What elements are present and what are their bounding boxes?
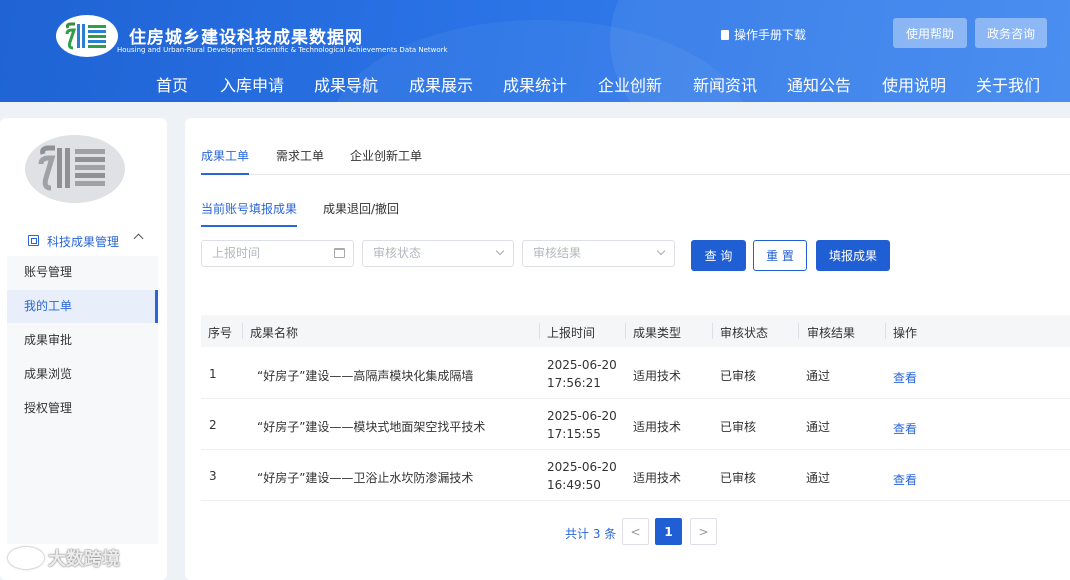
manual-download-label: 操作手册下载: [734, 28, 807, 42]
row-name: “好房子”建设——卫浴止水坎防渗漏技术: [257, 471, 474, 485]
tab-innovation-orders[interactable]: 企业创新工单: [350, 147, 422, 175]
row-index: 1: [209, 367, 217, 381]
review-status-placeholder: 审核状态: [373, 246, 422, 260]
tab-returned-withdrawn[interactable]: 成果退回/撤回: [323, 200, 399, 227]
site-subtitle: Housing and Urban-Rural Development Scie…: [117, 46, 448, 54]
sidebar-group-label: 科技成果管理: [47, 235, 120, 249]
nav-item-guide[interactable]: 成果导航: [314, 72, 378, 96]
column-divider: [625, 323, 626, 339]
row-type: 适用技术: [633, 420, 682, 434]
nav-item-apply[interactable]: 入库申请: [220, 72, 284, 96]
row-result: 通过: [806, 369, 831, 383]
row-status: 已审核: [720, 369, 757, 383]
chevron-down-icon: [656, 246, 666, 256]
query-button[interactable]: 查 询: [691, 240, 746, 271]
column-divider: [885, 323, 886, 339]
row-date: 2025-06-20: [547, 358, 617, 372]
tab-achievement-orders[interactable]: 成果工单: [201, 147, 250, 175]
watermark-logo-icon: [8, 547, 44, 569]
nav-item-home[interactable]: 首页: [156, 72, 188, 96]
page-number-button[interactable]: 1: [655, 518, 682, 545]
review-result-select[interactable]: 审核结果: [522, 240, 675, 267]
row-type: 适用技术: [633, 369, 682, 383]
chevron-down-icon: [495, 246, 505, 256]
pagination-total: 共计 3 条: [565, 527, 617, 541]
table-row: 1 “好房子”建设——高隔声模块化集成隔墙 2025-06-20 17:56:2…: [201, 348, 1070, 399]
row-time: 16:49:50: [547, 478, 601, 492]
grid-icon: [28, 235, 39, 246]
row-status: 已审核: [720, 471, 757, 485]
sidebar-logo-icon: [25, 135, 125, 203]
column-header-index: 序号: [208, 326, 233, 340]
gov-consult-button[interactable]: 政务咨询: [975, 18, 1047, 48]
sidebar-item-browse[interactable]: 成果浏览: [7, 358, 158, 391]
main-panel: 成果工单 需求工单 企业创新工单 当前账号填报成果 成果退回/撤回 上报时间 审…: [185, 118, 1070, 580]
row-status: 已审核: [720, 420, 757, 434]
row-result: 通过: [806, 471, 831, 485]
nav-item-about[interactable]: 关于我们: [976, 72, 1040, 96]
row-index: 2: [209, 418, 217, 432]
view-link[interactable]: 查看: [893, 471, 917, 488]
column-divider: [712, 323, 713, 339]
next-page-button[interactable]: >: [690, 518, 717, 545]
order-type-tabs: 成果工单 需求工单 企业创新工单: [201, 147, 1070, 175]
sidebar-item-authorization[interactable]: 授权管理: [7, 392, 158, 425]
prev-page-button[interactable]: <: [622, 518, 649, 545]
row-time: 17:56:21: [547, 376, 601, 390]
column-header-name: 成果名称: [250, 326, 299, 340]
column-header-type: 成果类型: [633, 326, 682, 340]
report-date-input[interactable]: 上报时间: [201, 240, 354, 267]
nav-item-notices[interactable]: 通知公告: [787, 72, 851, 96]
nav-item-statistics[interactable]: 成果统计: [503, 72, 567, 96]
table-header: 序号 成果名称 上报时间 成果类型 审核状态 审核结果 操作: [201, 315, 1070, 347]
nav-item-instructions[interactable]: 使用说明: [882, 72, 946, 96]
calendar-icon: [334, 248, 345, 258]
review-status-select[interactable]: 审核状态: [362, 240, 514, 267]
review-result-placeholder: 审核结果: [533, 246, 582, 260]
row-time: 17:15:55: [547, 427, 601, 441]
column-header-date: 上报时间: [547, 326, 596, 340]
sidebar-group-tech-management[interactable]: 科技成果管理: [0, 223, 158, 259]
reset-button[interactable]: 重 置: [753, 240, 807, 271]
column-header-action: 操作: [893, 326, 918, 340]
manual-download-link[interactable]: 操作手册下载: [721, 26, 806, 43]
watermark-text: 大数跨境: [48, 549, 120, 570]
nav-item-news[interactable]: 新闻资讯: [693, 72, 757, 96]
site-header: 住房城乡建设科技成果数据网 Housing and Urban-Rural De…: [0, 0, 1070, 102]
chevron-up-icon: [133, 233, 144, 244]
sidebar-item-account[interactable]: 账号管理: [7, 256, 158, 289]
view-link[interactable]: 查看: [893, 420, 917, 437]
row-type: 适用技术: [633, 471, 682, 485]
table-row: 3 “好房子”建设——卫浴止水坎防渗漏技术 2025-06-20 16:49:5…: [201, 450, 1070, 501]
main-nav: 首页 入库申请 成果导航 成果展示 成果统计 企业创新 新闻资讯 通知公告 使用…: [0, 72, 1070, 96]
site-title: 住房城乡建设科技成果数据网: [129, 28, 363, 48]
view-link[interactable]: 查看: [893, 369, 917, 386]
report-date-placeholder: 上报时间: [212, 246, 261, 260]
table-row: 2 “好房子”建设——模块式地面架空找平技术 2025-06-20 17:15:…: [201, 399, 1070, 450]
column-divider: [798, 323, 799, 339]
site-logo-icon[interactable]: [56, 15, 118, 57]
column-divider: [539, 323, 540, 339]
row-date: 2025-06-20: [547, 460, 617, 474]
column-header-status: 审核状态: [720, 326, 769, 340]
row-name: “好房子”建设——模块式地面架空找平技术: [257, 420, 486, 434]
sidebar-item-my-orders[interactable]: 我的工单: [7, 290, 158, 323]
nav-item-showcase[interactable]: 成果展示: [409, 72, 473, 96]
row-index: 3: [209, 469, 217, 483]
tab-current-account-submissions[interactable]: 当前账号填报成果: [201, 200, 298, 227]
submit-achievement-button[interactable]: 填报成果: [816, 240, 890, 271]
column-divider: [242, 323, 243, 339]
tab-demand-orders[interactable]: 需求工单: [276, 147, 324, 175]
nav-item-innovation[interactable]: 企业创新: [598, 72, 662, 96]
document-icon: [721, 29, 729, 40]
row-result: 通过: [806, 420, 831, 434]
watermark: 大数跨境: [8, 545, 120, 571]
row-name: “好房子”建设——高隔声模块化集成隔墙: [257, 369, 474, 383]
sidebar-item-approval[interactable]: 成果审批: [7, 324, 158, 357]
sidebar: 科技成果管理 账号管理 我的工单 成果审批 成果浏览 授权管理: [0, 118, 167, 580]
column-header-result: 审核结果: [807, 326, 856, 340]
help-button[interactable]: 使用帮助: [893, 18, 967, 48]
row-date: 2025-06-20: [547, 409, 617, 423]
